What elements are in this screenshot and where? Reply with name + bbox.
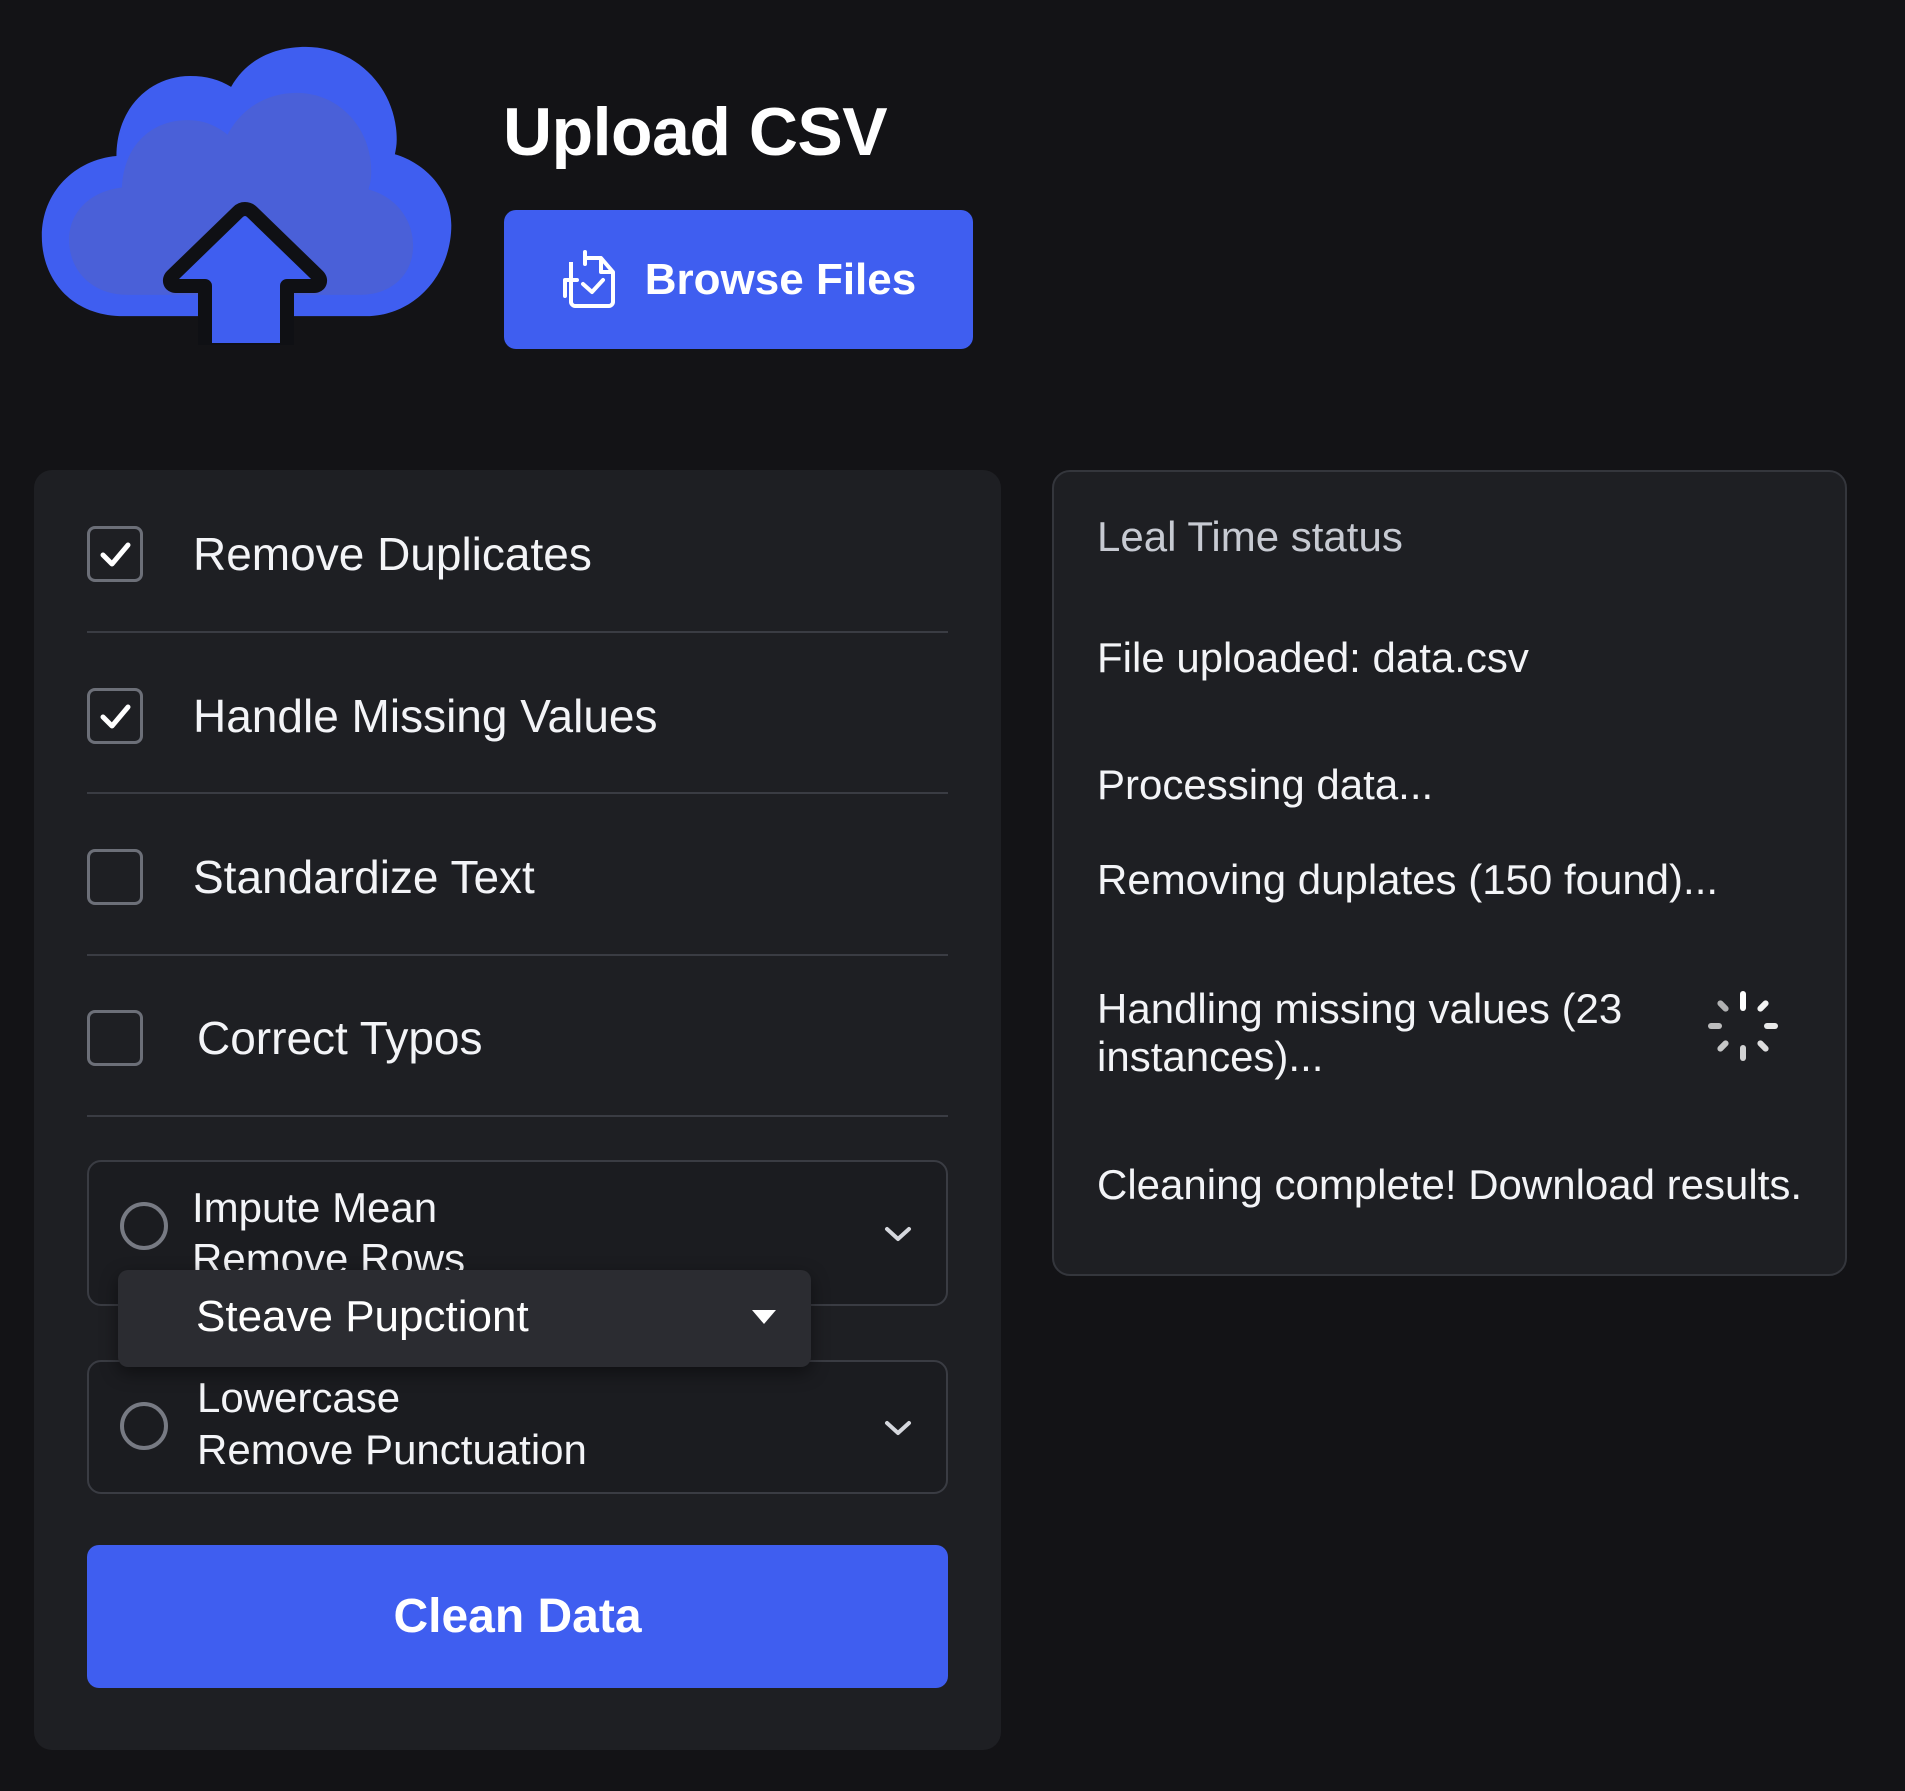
dropdown-popup[interactable]: Steave Pupctiont [118, 1270, 811, 1367]
option-handle-missing-values[interactable]: Handle Missing Values [87, 656, 948, 776]
remove-duplicates-label: Remove Duplicates [193, 528, 592, 580]
text-standardize-select[interactable]: Lowercase Remove Punctuation [87, 1360, 948, 1494]
chevron-down-icon[interactable] [883, 1418, 913, 1438]
browse-files-label: Browse Files [644, 254, 917, 304]
browse-files-button[interactable]: Browse Files [504, 210, 973, 349]
status-line: instances)... [1097, 1033, 1324, 1080]
divider [87, 631, 948, 633]
remove-duplicates-checkbox[interactable] [87, 526, 143, 582]
status-line: Handling missing values (23 [1097, 985, 1623, 1032]
missing-values-option-1: Impute Mean [192, 1184, 438, 1231]
missing-values-radio[interactable] [120, 1202, 168, 1250]
clean-data-button[interactable]: Clean Data [87, 1545, 948, 1688]
page-title: Upload CSV [503, 94, 888, 170]
loading-spinner-icon [1705, 988, 1781, 1064]
divider [87, 1115, 948, 1117]
option-correct-typos[interactable]: Correct Typos [87, 978, 948, 1098]
status-line: Cleaning complete! Download results. [1097, 1161, 1803, 1208]
text-standardize-option-1: Lowercase [197, 1374, 401, 1421]
cloud-upload-icon [40, 45, 455, 345]
text-standardize-option-2: Remove Punctuation [197, 1426, 587, 1473]
checkmark-icon [100, 704, 131, 729]
chevron-down-icon[interactable] [883, 1224, 913, 1244]
status-line: Removing duplates (150 found)... [1097, 856, 1719, 903]
text-standardize-radio[interactable] [120, 1402, 168, 1450]
standardize-text-label: Standardize Text [193, 851, 535, 903]
divider [87, 954, 948, 956]
handle-missing-values-label: Handle Missing Values [193, 690, 658, 742]
divider [87, 792, 948, 794]
correct-typos-label: Correct Typos [197, 1012, 483, 1064]
handle-missing-values-checkbox[interactable] [87, 688, 143, 744]
status-line: Processing data... [1097, 761, 1434, 808]
status-line: File uploaded: data.csv [1097, 634, 1529, 681]
correct-typos-checkbox[interactable] [87, 1010, 143, 1066]
caret-down-icon[interactable] [750, 1308, 778, 1326]
standardize-text-checkbox[interactable] [87, 849, 143, 905]
dropdown-selected-value: Steave Pupctiont [196, 1292, 529, 1341]
file-upload-icon [562, 249, 615, 308]
option-remove-duplicates[interactable]: Remove Duplicates [87, 494, 948, 614]
status-heading: Leal Time status [1097, 513, 1403, 560]
checkmark-icon [100, 542, 131, 567]
option-standardize-text[interactable]: Standardize Text [87, 817, 948, 937]
